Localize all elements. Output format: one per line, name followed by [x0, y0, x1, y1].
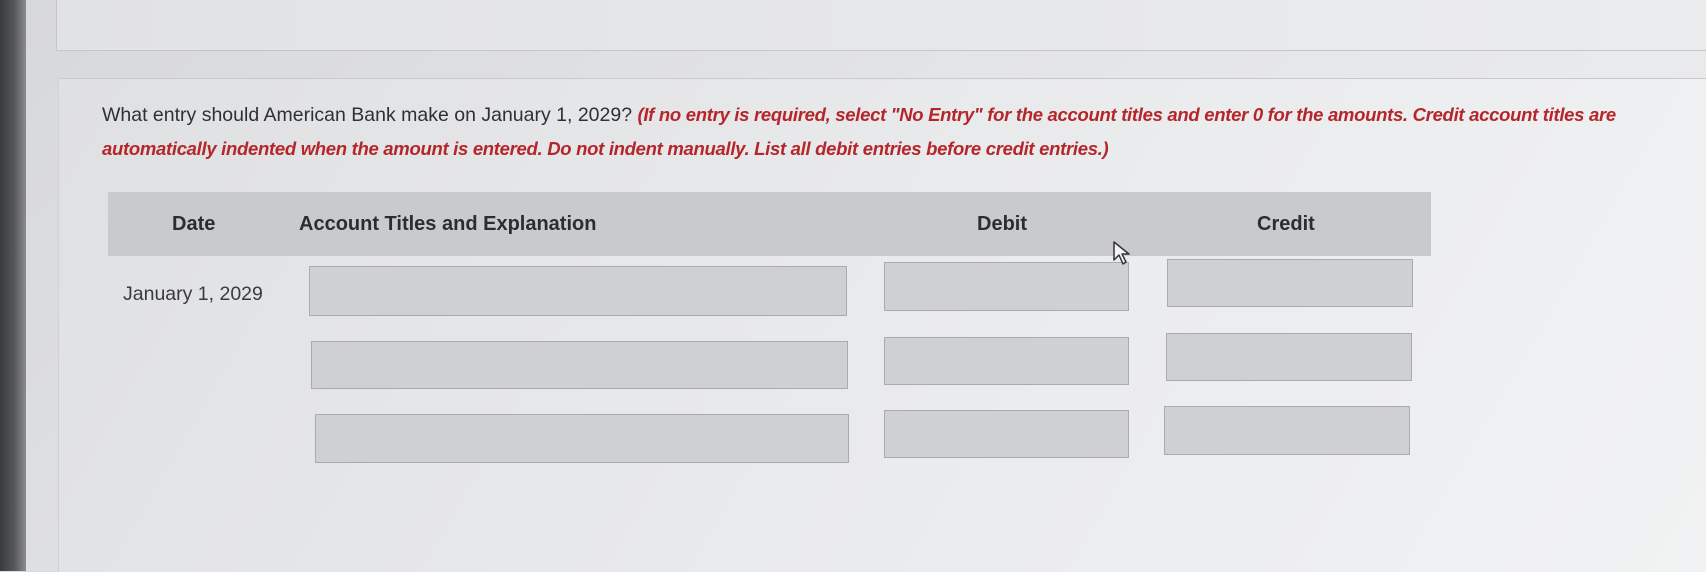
question-text: What entry should American Bank make on … — [102, 104, 633, 126]
account-title-field-2[interactable] — [311, 341, 848, 389]
debit-field-3[interactable] — [884, 410, 1129, 458]
header-debit: Debit — [977, 213, 1027, 235]
header-account-titles: Account Titles and Explanation — [299, 213, 597, 235]
monitor-bezel — [0, 0, 26, 571]
credit-field-3[interactable] — [1164, 406, 1410, 455]
question-prompt: What entry should American Bank make on … — [102, 98, 1662, 166]
mouse-pointer-icon — [1112, 240, 1134, 271]
header-date: Date — [172, 213, 216, 235]
credit-field-2[interactable] — [1166, 333, 1412, 381]
entry-date: January 1, 2029 — [123, 283, 263, 305]
account-title-field-3[interactable] — [315, 414, 849, 463]
header-credit: Credit — [1257, 213, 1315, 235]
previous-question-panel — [56, 0, 1706, 51]
account-title-field-1[interactable] — [309, 266, 847, 316]
debit-field-2[interactable] — [884, 337, 1129, 385]
debit-field-1[interactable] — [884, 262, 1129, 311]
credit-field-1[interactable] — [1167, 259, 1413, 307]
